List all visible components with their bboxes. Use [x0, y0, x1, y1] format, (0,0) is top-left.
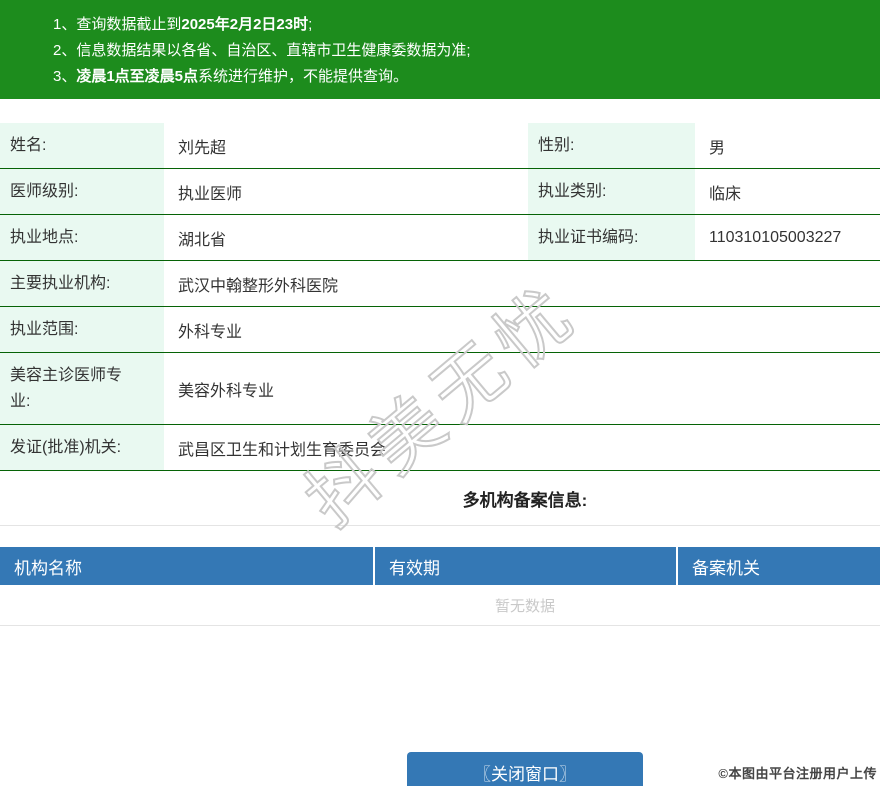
notice-text: ;: [308, 16, 313, 33]
page-viewport: 1、查询数据截止到2025年2月2日23时; 2、信息数据结果以各省、自治区、直…: [0, 0, 880, 786]
column-header-validity-period: 有效期: [375, 547, 678, 585]
table-row: 美容主诊医师专 业: 美容外科专业: [0, 353, 880, 425]
field-label-issuing-authority: 发证(批准)机关:: [0, 425, 164, 470]
notice-banner: 1、查询数据截止到2025年2月2日23时; 2、信息数据结果以各省、自治区、直…: [0, 0, 880, 99]
table-row: 执业范围: 外科专业: [0, 307, 880, 353]
table-row: 主要执业机构: 武汉中翰整形外科医院: [0, 261, 880, 307]
notice-number: 1、: [53, 16, 77, 33]
field-value-issuing-authority: 武昌区卫生和计划生育委员会: [178, 441, 387, 459]
table-row: 医师级别: 执业医师 执业类别: 临床: [0, 169, 880, 215]
multi-org-section-title: 多机构备案信息:: [0, 471, 880, 526]
photo-credit-watermark: ©本图由平台注册用户上传: [718, 766, 877, 781]
multi-org-table-header: 机构名称 有效期 备案机关: [0, 547, 880, 585]
notice-text-bold: 凌晨1点至凌晨5点: [76, 68, 199, 85]
notice-text: 查询数据截止到: [76, 16, 182, 33]
field-label-name: 姓名:: [0, 123, 164, 168]
field-value-gender: 男: [709, 139, 726, 157]
field-label-certificate-number: 执业证书编码:: [528, 215, 695, 260]
field-value-cosmetic-specialty: 美容外科专业: [178, 382, 275, 400]
field-value-name: 刘先超: [178, 139, 227, 157]
notice-text: 信息数据结果以各省、自治区、直辖市卫生健康委数据为准;: [76, 42, 471, 59]
table-row: 姓名: 刘先超 性别: 男: [0, 123, 880, 169]
field-value-practice-location: 湖北省: [178, 231, 227, 249]
notice-line-3: 3、凌晨1点至凌晨5点系统进行维护，不能提供查询。: [53, 64, 880, 90]
empty-data-placeholder: 暂无数据: [0, 585, 880, 626]
column-header-filing-authority: 备案机关: [692, 558, 760, 578]
field-value-doctor-level: 执业医师: [178, 185, 243, 203]
page-content: 1、查询数据截止到2025年2月2日23时; 2、信息数据结果以各省、自治区、直…: [0, 0, 880, 786]
table-row: 发证(批准)机关: 武昌区卫生和计划生育委员会: [0, 425, 880, 471]
field-value-practice-category: 临床: [709, 185, 742, 203]
notice-text: 系统进行维护，不能提供查询。: [198, 68, 409, 85]
field-label-practice-location: 执业地点:: [0, 215, 164, 260]
table-row: 执业地点: 湖北省 执业证书编码: 110310105003227: [0, 215, 880, 261]
notice-text-bold: 2025年2月2日23时: [181, 16, 309, 33]
notice-number: 3、: [53, 68, 77, 85]
close-window-button[interactable]: 〖关闭窗口〗: [407, 752, 643, 786]
field-label-gender: 性别:: [528, 123, 695, 168]
notice-line-2: 2、信息数据结果以各省、自治区、直辖市卫生健康委数据为准;: [53, 38, 880, 64]
field-value-main-institution: 武汉中翰整形外科医院: [178, 277, 339, 295]
field-label-practice-scope: 执业范围:: [0, 307, 164, 352]
column-header-institution-name: 机构名称: [0, 547, 375, 585]
doctor-info-table: 姓名: 刘先超 性别: 男 医师级别: 执业医师 执业类别: 临床 执业地点: …: [0, 123, 880, 471]
field-label-doctor-level: 医师级别:: [0, 169, 164, 214]
field-label-practice-category: 执业类别:: [528, 169, 695, 214]
field-label-main-institution: 主要执业机构:: [0, 261, 164, 306]
field-value-certificate-number: 110310105003227: [709, 228, 842, 246]
notice-number: 2、: [53, 42, 77, 59]
field-value-practice-scope: 外科专业: [178, 323, 243, 341]
notice-line-1: 1、查询数据截止到2025年2月2日23时;: [53, 12, 880, 38]
field-label-cosmetic-specialty: 美容主诊医师专 业:: [0, 353, 164, 424]
